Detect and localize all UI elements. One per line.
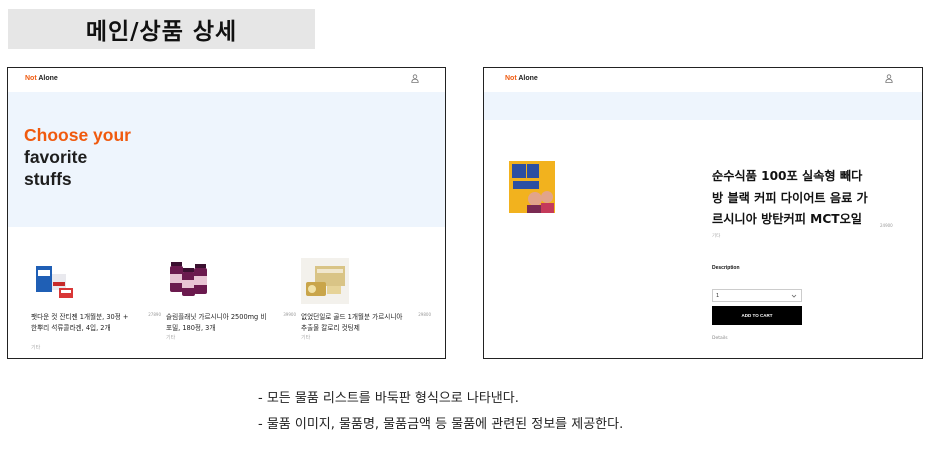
hero-banner: Choose your favorite stuffs [8,92,445,227]
product-name[interactable]: 팻다운 컷 잔티젠 1개월분, 30정 + 한뿌리 석류콜라겐, 4입, 2개 [31,312,135,333]
product-price: 27890 [148,312,161,317]
quantity-value: 1 [716,293,720,299]
detail-navbar: Not Alone [484,68,922,92]
product-title: 순수식품 100포 실속형 빼다 방 블랙 커피 다이어트 음료 가 르시니아 … [712,166,896,231]
slide-notes: - 모든 물품 리스트를 바둑판 형식으로 나타낸다. - 물품 이미지, 물품… [258,386,623,438]
product-image[interactable] [31,258,79,304]
header-band [484,92,922,120]
hero-headline-line2: favorite [24,147,88,167]
product-image[interactable] [166,258,214,304]
hero-headline-line3: stuffs [24,169,72,189]
brand-logo[interactable]: Not Alone [505,75,538,82]
quantity-select[interactable]: 1 [712,289,802,302]
brand-logo[interactable]: Not Alone [25,75,58,82]
product-title-line: 방 블랙 커피 다이어트 음료 가 [712,190,868,205]
user-icon[interactable] [885,74,893,83]
brand-accent: Not [505,75,517,82]
details-link[interactable]: Details [712,336,728,341]
note-line: - 물품 이미지, 물품명, 물품금액 등 물품에 관련된 정보를 제공한다. [258,417,624,432]
note-line: - 모든 물품 리스트를 바둑판 형식으로 나타낸다. [258,391,519,406]
add-to-cart-button[interactable]: ADD TO CART [712,306,802,325]
chevron-down-icon [791,294,797,298]
brand-accent: Not [25,75,37,82]
brand-rest: Alone [36,75,58,82]
product-category: 기타 [31,345,41,351]
main-navbar: Not Alone [8,68,445,92]
product-price: 24900 [880,223,893,228]
user-icon[interactable] [411,74,419,83]
product-price: 29800 [418,312,431,317]
brand-rest: Alone [516,75,538,82]
product-detail-image [509,161,555,213]
product-category: 기타 [166,335,176,341]
product-title-line: 르시니아 방탄커피 MCT오일 [712,212,862,226]
description-label: Description [712,265,740,271]
product-name[interactable]: 슬림플래닛 가르시니아 2500mg 비포밀, 180정, 3개 [166,312,270,333]
slide-title: 메인/상품 상세 [8,9,315,49]
product-image[interactable] [301,258,349,304]
product-name[interactable]: 없었던일로 골드 1개월분 가르시니아 추출물 칼로리 컷팅제 [301,312,405,333]
product-category: 기타 [712,234,721,239]
hero-headline-accent: Choose your [24,125,131,145]
detail-page-frame: Not Alone 순수식품 100포 실속형 빼다 방 블랙 커피 다이어트 … [483,67,923,359]
product-price: 39900 [283,312,296,317]
product-category: 기타 [301,335,311,341]
main-page-frame: Not Alone Choose your favorite stuffs 팻다… [7,67,446,359]
product-title-line: 순수식품 100포 실속형 빼다 [712,169,863,183]
